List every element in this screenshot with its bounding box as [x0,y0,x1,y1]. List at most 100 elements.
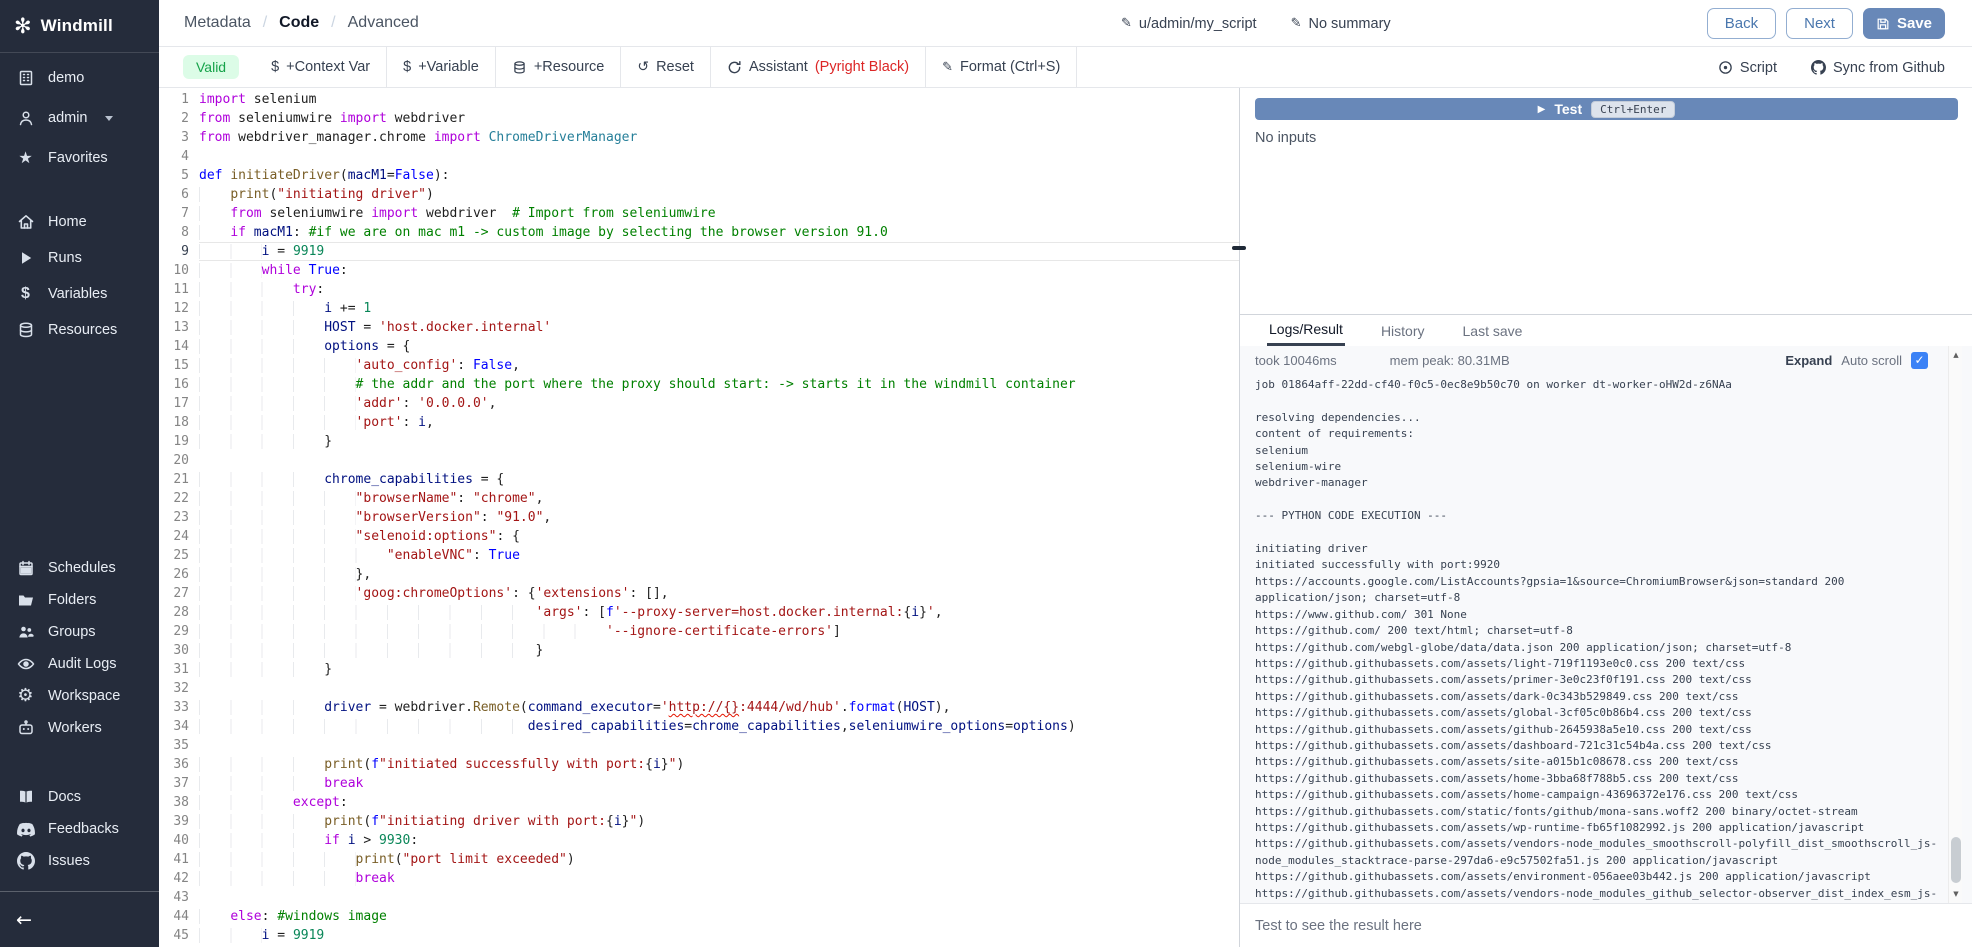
code-line-27[interactable]: 27 'goog:chromeOptions': {'extensions': … [159,584,1239,603]
code-line-6[interactable]: 6 print("initiating driver") [159,185,1239,204]
code-line-34[interactable]: 34 desired_capabilities=chrome_capabilit… [159,717,1239,736]
tab-metadata[interactable]: Metadata [184,14,251,32]
scroll-down-icon[interactable]: ▼ [1949,887,1963,901]
collapse-sidebar-button[interactable]: ← [16,911,32,930]
sidebar-item-workspace-settings[interactable]: ⚙ Workspace [0,680,159,712]
windmill-logo-icon: ✻ [14,14,32,38]
sidebar-item-runs[interactable]: Runs [0,240,159,276]
sidebar-item-doc[interactable]: Docs [0,781,159,813]
sidebar-item-resources[interactable]: Resources [0,312,159,348]
code-line-1[interactable]: 1import selenium [159,90,1239,109]
add-context-var-button[interactable]: $ +Context Var [255,47,387,87]
script-kind-button[interactable]: Script [1718,60,1777,76]
sidebar-item-workspace-demo[interactable]: demo [0,58,159,98]
sidebar-item-groups[interactable]: Groups [0,616,159,648]
code-line-13[interactable]: 13 HOST = 'host.docker.internal' [159,318,1239,337]
code-line-42[interactable]: 42 break [159,869,1239,888]
script-summary[interactable]: ✎ No summary [1291,16,1391,32]
code-line-10[interactable]: 10 while True: [159,261,1239,280]
scroll-up-icon[interactable]: ▲ [1949,348,1963,362]
code-line-8[interactable]: 8 if macM1: #if we are on mac m1 -> cust… [159,223,1239,242]
format-button[interactable]: ✎ Format (Ctrl+S) [926,47,1077,87]
code-editor[interactable]: 1import selenium2from seleniumwire impor… [159,88,1239,947]
tab-last-save[interactable]: Last save [1461,315,1525,346]
code-line-29[interactable]: 29 '--ignore-certificate-errors'] [159,622,1239,641]
save-button[interactable]: Save [1863,8,1945,39]
code-line-25[interactable]: 25 "enableVNC": True [159,546,1239,565]
sidebar-item-issues[interactable]: Issues [0,845,159,877]
tab-history[interactable]: History [1379,315,1427,346]
sidebar-item-folders[interactable]: Folders [0,584,159,616]
sidebar-item-audit-logs[interactable]: Audit Logs [0,648,159,680]
sidebar-item-schedules[interactable]: Schedules [0,552,159,584]
code-line-18[interactable]: 18 'port': i, [159,413,1239,432]
code-line-21[interactable]: 21 chrome_capabilities = { [159,470,1239,489]
sync-from-github-button[interactable]: Sync from Github [1811,60,1945,76]
code-line-5[interactable]: 5def initiateDriver(macM1=False): [159,166,1239,185]
sidebar-item-feedbacks[interactable]: Feedbacks [0,813,159,845]
code-line-38[interactable]: 38 except: [159,793,1239,812]
target-icon [1718,60,1733,75]
code-line-19[interactable]: 19 } [159,432,1239,451]
tab-advanced[interactable]: Advanced [348,14,419,32]
code-line-28[interactable]: 28 'args': [f'--proxy-server=host.docker… [159,603,1239,622]
code-line-12[interactable]: 12 i += 1 [159,299,1239,318]
code-line-40[interactable]: 40 if i > 9930: [159,831,1239,850]
code-line-30[interactable]: 30 } [159,641,1239,660]
test-label: Test [1554,101,1582,117]
code-line-14[interactable]: 14 options = { [159,337,1239,356]
code-line-39[interactable]: 39 print(f"initiating driver with port:{… [159,812,1239,831]
splitter-handle-icon[interactable] [1232,246,1246,250]
test-button[interactable]: ▶ Test Ctrl+Enter [1255,98,1958,120]
groups-label: Groups [48,624,96,640]
code-line-4[interactable]: 4 [159,147,1239,166]
code-line-3[interactable]: 3from webdriver_manager.chrome import Ch… [159,128,1239,147]
code-line-17[interactable]: 17 'addr': '0.0.0.0', [159,394,1239,413]
code-line-15[interactable]: 15 'auto_config': False, [159,356,1239,375]
expand-button[interactable]: Expand [1785,353,1832,368]
next-button[interactable]: Next [1786,8,1853,39]
code-line-7[interactable]: 7 from seleniumwire import webdriver # I… [159,204,1239,223]
sidebar-item-user-admin[interactable]: admin [0,98,159,138]
code-line-41[interactable]: 41 print("port limit exceeded") [159,850,1239,869]
separator: / [331,14,335,32]
code-line-11[interactable]: 11 try: [159,280,1239,299]
reset-button[interactable]: ↺ Reset [621,47,711,87]
code-line-16[interactable]: 16 # the addr and the port where the pro… [159,375,1239,394]
code-line-2[interactable]: 2from seleniumwire import webdriver [159,109,1239,128]
code-line-45[interactable]: 45 i = 9919 [159,926,1239,945]
code-line-36[interactable]: 36 print(f"initiated successfully with p… [159,755,1239,774]
sidebar-group-admin: Schedules Folders Groups Audit Logs [0,552,159,744]
back-button[interactable]: Back [1707,8,1776,39]
code-line-24[interactable]: 24 "selenoid:options": { [159,527,1239,546]
code-line-20[interactable]: 20 [159,451,1239,470]
log-scrollbar[interactable]: ▲ ▼ [1948,346,1962,903]
code-line-9[interactable]: 9 i = 9919 [159,242,1239,261]
tab-logs-result[interactable]: Logs/Result [1267,315,1345,346]
brand[interactable]: ✻ Windmill [0,0,159,53]
code-line-26[interactable]: 26 }, [159,565,1239,584]
code-line-23[interactable]: 23 "browserVersion": "91.0", [159,508,1239,527]
code-line-43[interactable]: 43 [159,888,1239,907]
code-line-35[interactable]: 35 [159,736,1239,755]
scrollbar-thumb[interactable] [1951,837,1961,883]
code-line-44[interactable]: 44 else: #windows image [159,907,1239,926]
code-line-22[interactable]: 22 "browserName": "chrome", [159,489,1239,508]
code-line-31[interactable]: 31 } [159,660,1239,679]
add-resource-button[interactable]: +Resource [496,47,622,87]
code-line-37[interactable]: 37 break [159,774,1239,793]
sidebar-item-favorites[interactable]: ★ Favorites [0,138,159,178]
home-icon [16,213,35,232]
sidebar-item-home[interactable]: Home [0,204,159,240]
script-path[interactable]: ✎ u/admin/my_script [1121,16,1257,32]
tab-code[interactable]: Code [279,14,319,32]
code-line-33[interactable]: 33 driver = webdriver.Remote(command_exe… [159,698,1239,717]
reset-label: Reset [656,59,694,75]
assistant-button[interactable]: Assistant (Pyright Black) [711,47,926,87]
code-line-32[interactable]: 32 [159,679,1239,698]
add-variable-button[interactable]: $ +Variable [387,47,496,87]
sidebar-item-variables[interactable]: $ Variables [0,276,159,312]
autoscroll-checkbox[interactable]: ✓ [1911,352,1928,369]
sidebar-item-workers[interactable]: Workers [0,712,159,744]
line-number: 19 [159,432,189,451]
